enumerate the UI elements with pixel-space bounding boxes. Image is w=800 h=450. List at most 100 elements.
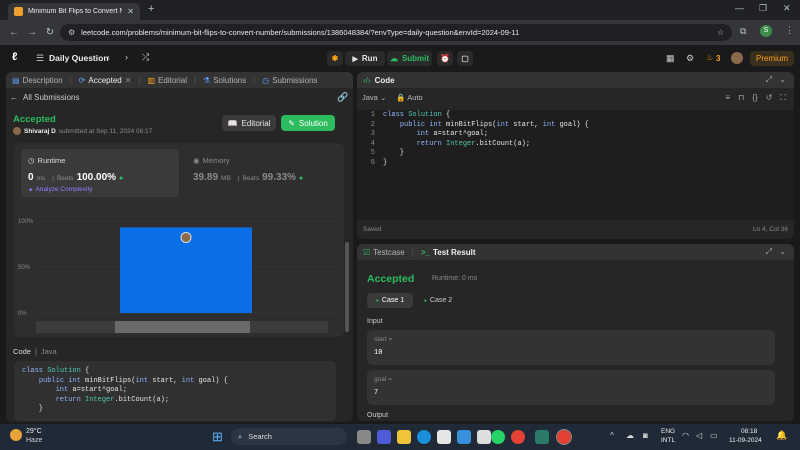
cloud-icon[interactable]: ☁	[626, 431, 634, 440]
accepted-icon: ⟳	[78, 75, 86, 85]
streak-fire-icon[interactable]: ♨	[706, 53, 713, 62]
run-button[interactable]: ▶ Run	[345, 51, 385, 66]
close-window-icon[interactable]: ✕	[783, 3, 791, 14]
input-start-box: start = 10	[367, 330, 775, 365]
braces-icon[interactable]: {}	[752, 93, 757, 103]
solution-button[interactable]: ✎ Solution	[281, 115, 335, 131]
tab-description[interactable]: ▤ Description	[12, 76, 63, 85]
code-language: Java	[40, 347, 57, 356]
task-view-icon[interactable]	[357, 430, 371, 444]
back-icon[interactable]: ←	[6, 27, 22, 38]
browser-tab[interactable]: Minimum Bit Flips to Convert N ✕	[8, 3, 140, 20]
editorial-button-label: Editorial	[241, 118, 271, 128]
submitter-name[interactable]: Shivaraj D	[24, 128, 56, 135]
battery-icon[interactable]: ▭	[710, 431, 718, 440]
forward-icon[interactable]: →	[24, 27, 40, 38]
minimize-icon[interactable]: —	[735, 3, 744, 13]
daily-question-title[interactable]: Daily Question	[49, 53, 109, 63]
camera-icon[interactable]: ◙	[643, 431, 648, 440]
browser-tab-strip: Minimum Bit Flips to Convert N ✕ + — ❐ ✕	[0, 0, 800, 20]
settings-gear-icon[interactable]: ⚙	[686, 53, 694, 64]
case-1-tab[interactable]: ● Case 1	[367, 293, 413, 308]
submit-button[interactable]: ☁ Submit	[387, 51, 432, 66]
problem-list-icon[interactable]: ☰	[36, 53, 44, 64]
minimize-panel-icon[interactable]: ⌄	[779, 247, 786, 256]
weather-temp[interactable]: 29°C	[26, 428, 42, 435]
whatsapp-icon[interactable]	[491, 430, 505, 444]
runtime-box[interactable]: ◷ Runtime 0 ms | Beats 100.00% ● ✦ Analyze…	[21, 149, 179, 197]
weather-sun-icon[interactable]	[10, 429, 22, 441]
reload-icon[interactable]: ↻	[42, 27, 58, 38]
notification-bell-icon[interactable]: 🔔	[776, 430, 787, 441]
editorial-button[interactable]: 📖 Editorial	[222, 115, 276, 131]
close-tab-icon[interactable]: ✕	[127, 7, 134, 16]
minimize-panel-icon[interactable]: ⌄	[779, 75, 786, 84]
windows-start-icon[interactable]: ⊞	[212, 430, 223, 443]
tab-solutions[interactable]: ⚗ Solutions	[203, 76, 246, 85]
maximize-icon[interactable]: ❐	[759, 3, 767, 14]
memory-box[interactable]: ◉ Memory 39.89 MB | Beats 99.33% ●	[186, 149, 336, 197]
analyze-complexity-link[interactable]: ✦ Analyze Complexity	[28, 186, 93, 194]
bookmark-icon[interactable]: ⊓	[738, 93, 744, 103]
address-bar[interactable]: ⚙ leetcode.com/problems/minimum-bit-flip…	[60, 24, 732, 41]
taskbar-search[interactable]: ⌕ Search	[231, 428, 347, 445]
reset-icon[interactable]: ↺	[766, 93, 773, 103]
edge-icon[interactable]	[417, 430, 431, 444]
submitted-code-block[interactable]: class Solution { public int minBitFlips(…	[14, 361, 336, 421]
cursor-position: Ln 4, Col 36	[752, 226, 788, 233]
timer-button[interactable]: ⏰	[437, 51, 453, 66]
site-info-icon[interactable]: ⚙	[68, 28, 75, 37]
word-icon[interactable]	[477, 430, 491, 444]
language-select[interactable]: Java ⌄	[362, 93, 386, 102]
extensions-icon[interactable]: ⧉	[740, 26, 746, 37]
store-icon[interactable]	[437, 430, 451, 444]
code-editor[interactable]: 123456 class Solution { public int minBi…	[357, 110, 794, 220]
tray-chevron-icon[interactable]: ^	[610, 431, 614, 440]
auto-mode[interactable]: 🔒 Auto	[396, 93, 422, 102]
expand-icon[interactable]: ⤢	[766, 75, 772, 85]
tab-testcase[interactable]: ☑ Testcase	[363, 248, 405, 257]
profile-avatar[interactable]: S	[760, 25, 772, 37]
teams-icon[interactable]	[377, 430, 391, 444]
tab-test-result[interactable]: >_ Test Result	[421, 248, 476, 257]
tab-editorial[interactable]: ▥ Editorial	[148, 76, 187, 85]
notes-button[interactable]: ▢	[457, 51, 473, 66]
expand-icon[interactable]: ⤢	[766, 247, 772, 257]
leetcode-logo-icon[interactable]: ℓ	[12, 51, 23, 63]
solution-button-label: Solution	[298, 118, 328, 128]
share-link-icon[interactable]: 🔗	[337, 92, 348, 103]
all-submissions-link[interactable]: ← All Submissions	[10, 93, 79, 102]
next-problem-icon[interactable]: ›	[125, 52, 128, 62]
prev-problem-icon[interactable]: ‹	[107, 52, 110, 62]
new-tab-icon[interactable]: +	[148, 3, 154, 15]
clock-date: 11-09-2024	[729, 437, 762, 444]
close-tab-accepted-icon[interactable]: ✕	[125, 76, 132, 85]
memory-beats-label: Beats	[242, 175, 260, 182]
tab-divider: |	[138, 75, 141, 85]
layout-grid-icon[interactable]: ▦	[666, 53, 675, 64]
outlook-icon[interactable]	[457, 430, 471, 444]
chrome-icon[interactable]	[511, 430, 525, 444]
format-icon[interactable]: ≡	[725, 93, 730, 103]
app-icon[interactable]	[535, 430, 549, 444]
file-explorer-icon[interactable]	[397, 430, 411, 444]
fullscreen-icon[interactable]: ⛶	[780, 93, 786, 103]
language-indicator[interactable]: ENG	[661, 428, 675, 435]
chrome-active-icon[interactable]	[556, 429, 572, 445]
wifi-icon[interactable]: ◠	[682, 431, 689, 440]
chart-range-selector[interactable]	[115, 321, 250, 333]
case-2-tab[interactable]: ● Case 2	[417, 293, 459, 308]
tab-submissions[interactable]: ◷ Submissions	[262, 76, 317, 85]
browser-menu-icon[interactable]: ⋮	[785, 25, 794, 36]
volume-icon[interactable]: ◁	[696, 431, 702, 440]
streak-count: 3	[716, 54, 721, 63]
shuffle-icon[interactable]: ⤮	[142, 52, 149, 63]
scrollbar[interactable]	[345, 242, 349, 332]
chip-icon: ◉	[193, 156, 200, 165]
debug-button[interactable]: ✱	[327, 51, 343, 66]
bookmark-star-icon[interactable]: ☆	[717, 28, 724, 37]
clock-time[interactable]: 08:18	[741, 428, 757, 435]
tab-accepted[interactable]: ⟳ Accepted ✕	[79, 76, 132, 85]
user-avatar[interactable]	[731, 52, 743, 64]
premium-button[interactable]: Premium	[750, 51, 794, 66]
